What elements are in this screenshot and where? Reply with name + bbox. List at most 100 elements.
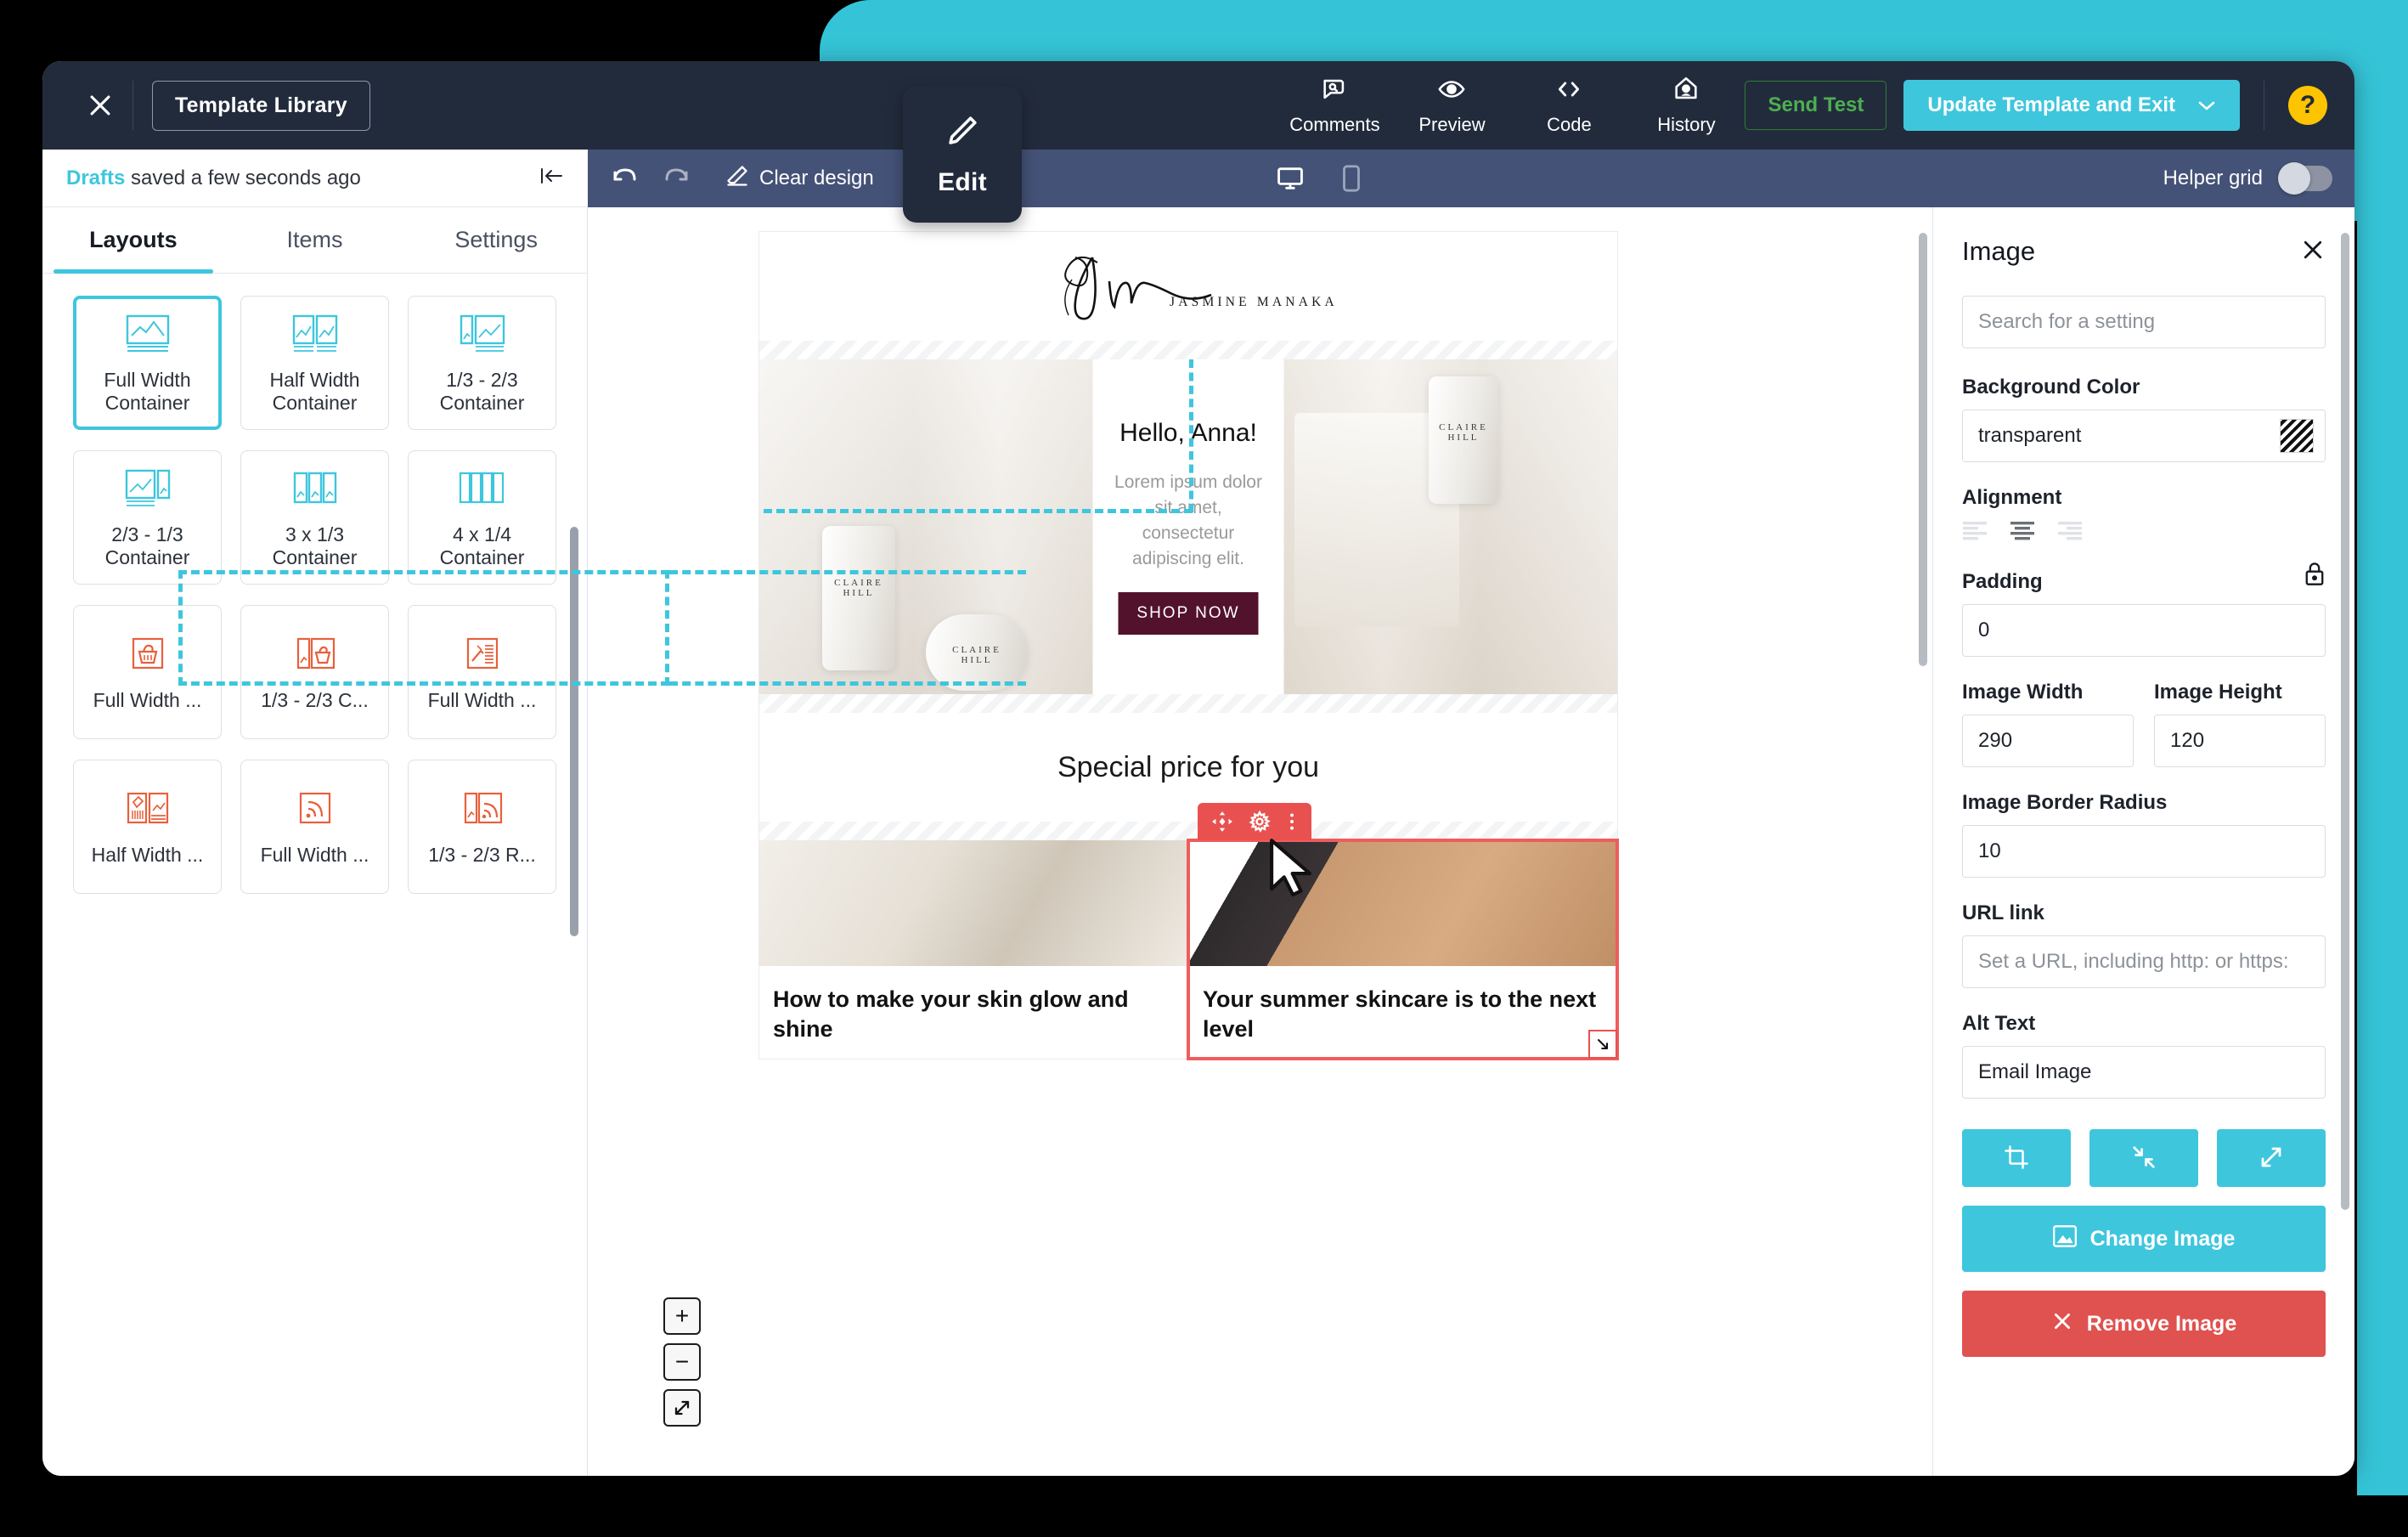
full-width-rss-icon xyxy=(292,786,338,833)
padding-input[interactable] xyxy=(1962,604,2326,657)
image-height-input[interactable] xyxy=(2154,715,2326,767)
tab-comments-label: Comments xyxy=(1289,114,1380,135)
layout-card-third-two-thirds-product[interactable]: 1/3 - 2/3 C... xyxy=(240,605,389,739)
drafts-status-bar: Drafts saved a few seconds ago xyxy=(42,150,588,207)
image-height-label: Image Height xyxy=(2154,681,2282,704)
tab-history-label: History xyxy=(1657,114,1716,135)
template-library-button[interactable]: Template Library xyxy=(152,80,370,131)
panel-scrollbar[interactable] xyxy=(2341,233,2349,1210)
email-card-1[interactable]: How to make your skin glow and shine xyxy=(759,840,1188,1059)
picture-icon xyxy=(2052,1224,2077,1253)
collapse-panel-icon[interactable] xyxy=(539,166,564,190)
drag-cursor-pointer xyxy=(1264,836,1323,905)
teal-right-strip xyxy=(2357,0,2408,1495)
tab-preview[interactable]: Preview xyxy=(1393,61,1510,150)
layout-card-half-width-tag[interactable]: Half Width ... xyxy=(73,760,222,894)
sidebar-scrollbar[interactable] xyxy=(570,527,578,936)
remove-image-button[interactable]: Remove Image xyxy=(1962,1291,2326,1357)
alt-text-input[interactable] xyxy=(1962,1046,2326,1099)
crop-image-button[interactable] xyxy=(1962,1129,2071,1187)
product-jar-bottom: CLAIRE HILL xyxy=(926,614,1028,691)
redo-icon[interactable] xyxy=(663,166,691,191)
image-action-buttons xyxy=(1962,1129,2326,1187)
layout-cards-grid: Full Width Container Half Width Containe… xyxy=(42,274,1026,894)
image-size-row: Image Width Image Height xyxy=(1962,657,2326,767)
update-template-and-exit-button[interactable]: Update Template and Exit xyxy=(1903,80,2240,131)
layout-card-label: 1/3 - 2/3 Container xyxy=(439,368,525,414)
more-vertical-icon[interactable] xyxy=(1286,811,1298,833)
image-settings-panel: Image Background Color Alignment xyxy=(1932,207,2354,1476)
align-right-icon[interactable] xyxy=(2057,520,2086,546)
email-card-2[interactable]: Your summer skincare is to the next leve… xyxy=(1187,803,1619,1061)
card-2-image[interactable] xyxy=(1189,840,1617,966)
half-width-tag-icon xyxy=(125,786,171,833)
alt-text-label: Alt Text xyxy=(1962,1012,2036,1035)
url-link-input[interactable] xyxy=(1962,935,2326,988)
layout-card-two-thirds-third-container[interactable]: 2/3 - 1/3 Container xyxy=(73,450,222,585)
align-center-icon[interactable] xyxy=(2010,520,2039,546)
email-cards-row: How to make your skin glow and shine You… xyxy=(759,803,1619,1061)
helper-grid-toggle[interactable] xyxy=(2277,162,2332,195)
card-1-image[interactable] xyxy=(759,840,1188,966)
tab-comments[interactable]: Comments xyxy=(1276,61,1393,150)
layout-card-full-width-article[interactable]: Full Width ... xyxy=(408,605,556,739)
undo-icon[interactable] xyxy=(610,166,639,191)
layout-card-full-width-rss[interactable]: Full Width ... xyxy=(240,760,389,894)
align-left-icon[interactable] xyxy=(1962,520,1991,546)
layout-card-three-thirds-container[interactable]: 3 x 1/3 Container xyxy=(240,450,389,585)
transparent-swatch-icon[interactable] xyxy=(2280,419,2314,453)
email-hero-block[interactable]: CLAIRE HILL CLAIRE HILL CLAIRE HILL Hell… xyxy=(759,359,1617,694)
resize-handle-icon[interactable] xyxy=(1588,1030,1617,1060)
change-image-button[interactable]: Change Image xyxy=(1962,1206,2326,1272)
sidebar-tab-settings[interactable]: Settings xyxy=(405,207,587,273)
lock-icon[interactable] xyxy=(2304,561,2326,591)
layout-card-third-two-thirds-rss[interactable]: 1/3 - 2/3 R... xyxy=(408,760,556,894)
layout-card-third-two-thirds-container[interactable]: 1/3 - 2/3 Container xyxy=(408,296,556,430)
shrink-image-button[interactable] xyxy=(2089,1129,2198,1187)
search-setting-input[interactable] xyxy=(1962,296,2326,348)
gear-icon[interactable] xyxy=(1249,811,1271,833)
eye-icon xyxy=(1437,75,1466,104)
tab-edit[interactable]: Edit xyxy=(903,87,1022,223)
background-color-input[interactable] xyxy=(1962,410,2326,462)
hero-text-card[interactable]: Hello, Anna! Lorem ipsum dolor sit amet,… xyxy=(1092,359,1284,694)
tab-history[interactable]: History xyxy=(1627,61,1745,150)
clear-design-button[interactable]: Clear design xyxy=(725,164,874,194)
saved-text: saved a few seconds ago xyxy=(125,166,361,189)
layout-card-half-width-container[interactable]: Half Width Container xyxy=(240,296,389,430)
tool-tabs: Comments Preview Code History xyxy=(1276,61,1745,150)
shrink-icon xyxy=(2131,1144,2157,1173)
full-width-product-icon xyxy=(125,631,171,679)
canvas-scrollbar[interactable] xyxy=(1919,233,1927,666)
logo-signature-icon: JASMINE MANAKA xyxy=(1064,257,1334,320)
email-special-price-block[interactable]: Special price for you xyxy=(759,713,1617,822)
shop-now-button[interactable]: SHOP NOW xyxy=(1118,591,1259,635)
sidebar-tab-layouts[interactable]: Layouts xyxy=(42,207,224,274)
third-two-thirds-rss-icon xyxy=(460,786,505,833)
layout-card-full-width-product[interactable]: Full Width ... xyxy=(73,605,222,739)
card-1-title: How to make your skin glow and shine xyxy=(773,986,1129,1042)
fit-screen-icon[interactable] xyxy=(663,1389,701,1427)
close-icon[interactable] xyxy=(2300,237,2326,267)
tab-code[interactable]: Code xyxy=(1510,61,1627,150)
move-icon[interactable] xyxy=(1211,811,1233,833)
zoom-in-button[interactable]: + xyxy=(663,1297,701,1335)
card-2-title: Your summer skincare is to the next leve… xyxy=(1203,986,1597,1042)
zoom-out-button[interactable]: − xyxy=(663,1343,701,1381)
close-editor-button[interactable] xyxy=(75,80,126,131)
layout-card-four-quarters-container[interactable]: 4 x 1/4 Container xyxy=(408,450,556,585)
toggle-knob xyxy=(2277,162,2310,195)
help-button[interactable]: ? xyxy=(2288,86,2327,125)
send-test-button[interactable]: Send Test xyxy=(1745,81,1887,130)
full-width-article-icon xyxy=(460,631,505,679)
image-border-radius-input[interactable] xyxy=(1962,825,2326,878)
sidebar-tab-items[interactable]: Items xyxy=(224,207,406,273)
email-logo-block[interactable]: JASMINE MANAKA xyxy=(759,232,1617,341)
expand-image-button[interactable] xyxy=(2217,1129,2326,1187)
chevron-down-icon xyxy=(2197,93,2216,117)
layout-card-full-width-container[interactable]: Full Width Container xyxy=(73,296,222,430)
desktop-icon[interactable] xyxy=(1274,164,1306,193)
alignment-label: Alignment xyxy=(1962,486,2062,509)
mobile-icon[interactable] xyxy=(1340,164,1362,193)
image-width-input[interactable] xyxy=(1962,715,2134,767)
